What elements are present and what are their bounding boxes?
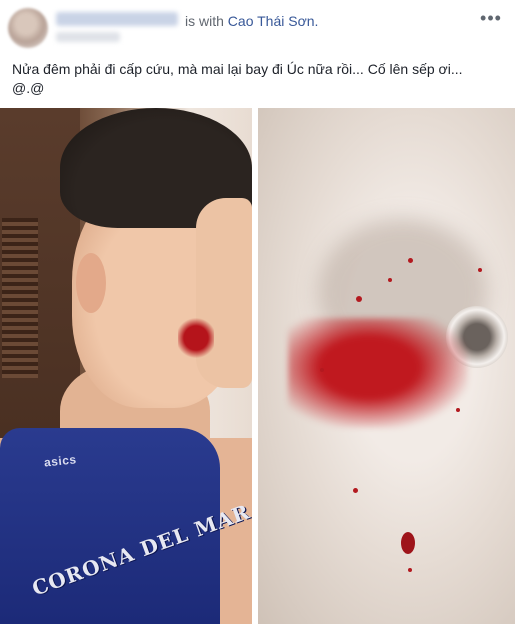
post-caption: Nửa đêm phải đi cấp cứu, mà mai lại bay …: [12, 61, 463, 96]
photo-blood-in-sink[interactable]: [258, 108, 515, 624]
more-options-icon[interactable]: •••: [479, 8, 503, 28]
tagged-person-link[interactable]: Cao Thái Sơn.: [228, 13, 319, 29]
with-text: is with: [185, 13, 224, 29]
author-name-blurred[interactable]: [56, 12, 178, 26]
blood-spot: [408, 568, 412, 572]
blood-spot: [408, 258, 413, 263]
blood-spot: [456, 408, 460, 412]
blood-spot: [388, 278, 392, 282]
blood-spot: [353, 488, 358, 493]
author-avatar[interactable]: [8, 8, 48, 48]
blood-spot: [478, 268, 482, 272]
hand: [196, 198, 252, 388]
blood-spot: [356, 296, 362, 302]
tagged-line: is with Cao Thái Sơn.: [185, 12, 318, 30]
blood-splash: [288, 318, 468, 428]
photo-man-nosebleed[interactable]: asics CORONA DEL MAR: [0, 108, 252, 624]
post-meta-blurred[interactable]: [56, 32, 120, 42]
facebook-post: is with Cao Thái Sơn. ••• Nửa đêm phải đ…: [0, 0, 515, 624]
ear: [76, 253, 106, 313]
blood-on-nose: [178, 318, 214, 358]
blood-spot: [320, 368, 324, 372]
wall-vent: [2, 218, 38, 378]
blood-drop: [401, 532, 415, 554]
